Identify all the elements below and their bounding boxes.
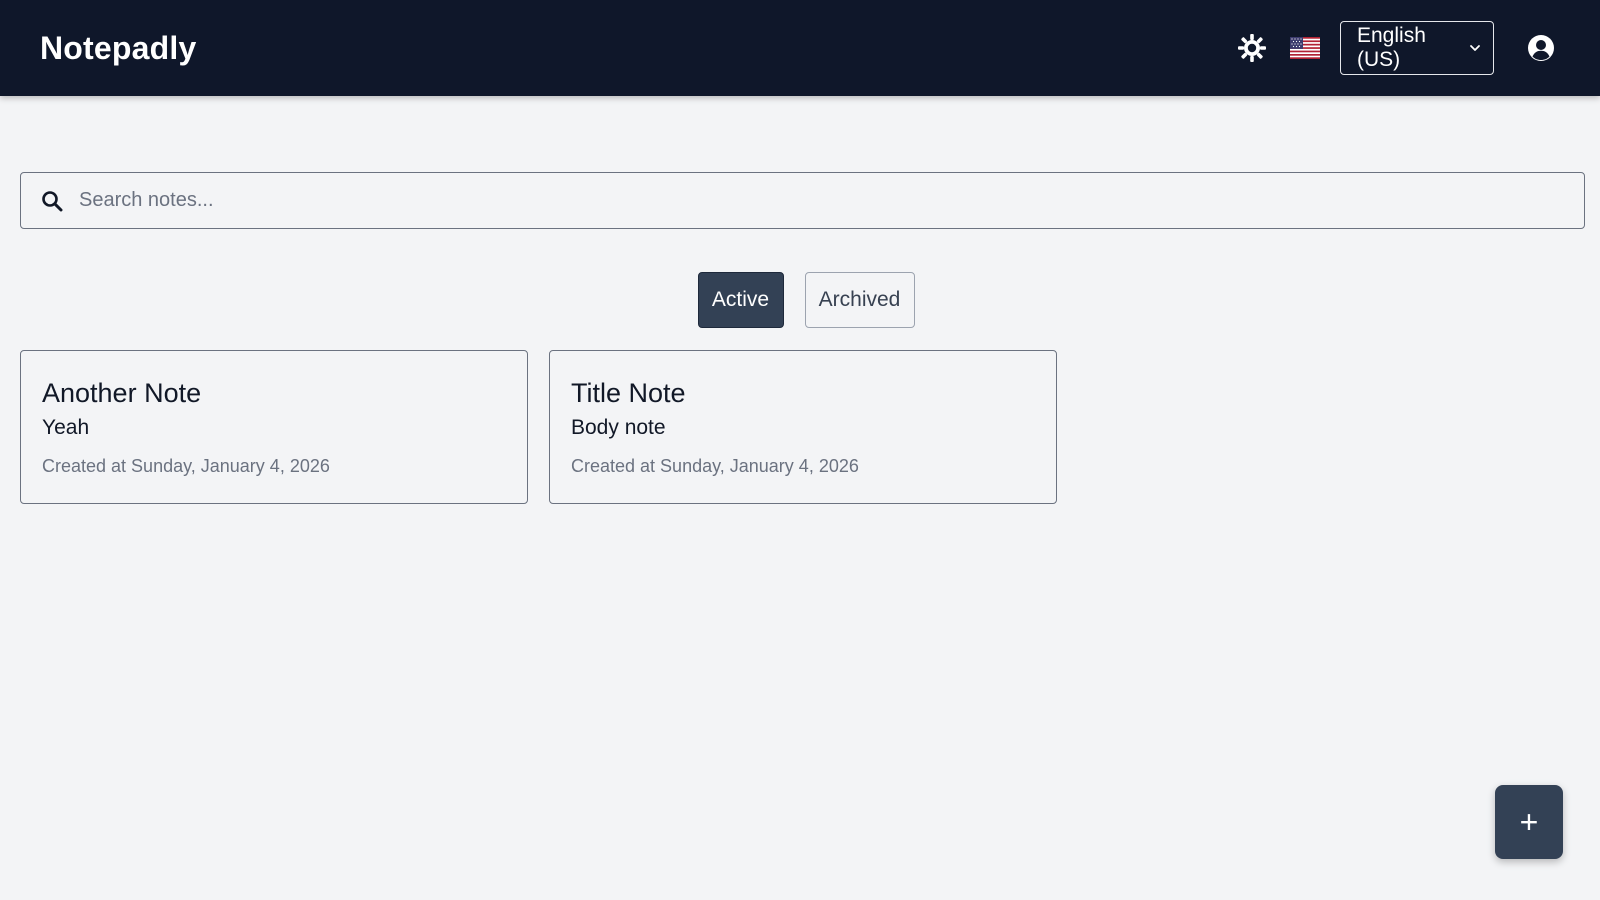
us-flag-graphic: [1290, 37, 1320, 59]
language-select[interactable]: English (US): [1340, 21, 1494, 75]
add-note-button[interactable]: +: [1495, 785, 1563, 859]
language-select-value: English (US): [1357, 24, 1426, 71]
note-title: Another Note: [42, 378, 202, 408]
theme-toggle-button[interactable]: [1234, 30, 1270, 66]
note-title: Title Note: [571, 378, 686, 408]
app-brand[interactable]: Notepadly: [40, 30, 197, 67]
top-navbar: Notepadly English (US): [0, 0, 1600, 96]
note-body: Yeah: [42, 416, 90, 439]
tab-archived[interactable]: Archived: [804, 272, 915, 328]
plus-icon: +: [1519, 803, 1539, 840]
search-icon-wrapper: [21, 173, 65, 228]
sun-icon: [1238, 34, 1266, 62]
note-status-tabs: Active Archived: [0, 272, 1600, 328]
search-bar: [20, 172, 1585, 229]
note-card[interactable]: Title Note Body note Created at Sunday, …: [549, 350, 1057, 504]
chevron-down-icon: [1470, 45, 1480, 51]
note-body: Body note: [571, 416, 666, 439]
account-button[interactable]: [1524, 31, 1558, 65]
search-input[interactable]: [79, 173, 1584, 228]
us-flag-icon[interactable]: [1290, 37, 1320, 59]
note-created-date: Created at Sunday, January 4, 2026: [42, 456, 330, 476]
tab-active[interactable]: Active: [697, 272, 784, 328]
user-circle-icon: [1528, 35, 1554, 61]
note-card[interactable]: Another Note Yeah Created at Sunday, Jan…: [20, 350, 528, 504]
navbar-actions: English (US): [1234, 0, 1560, 96]
search-icon: [42, 190, 63, 211]
notes-grid: Another Note Yeah Created at Sunday, Jan…: [20, 350, 1057, 504]
note-created-date: Created at Sunday, January 4, 2026: [571, 456, 859, 476]
